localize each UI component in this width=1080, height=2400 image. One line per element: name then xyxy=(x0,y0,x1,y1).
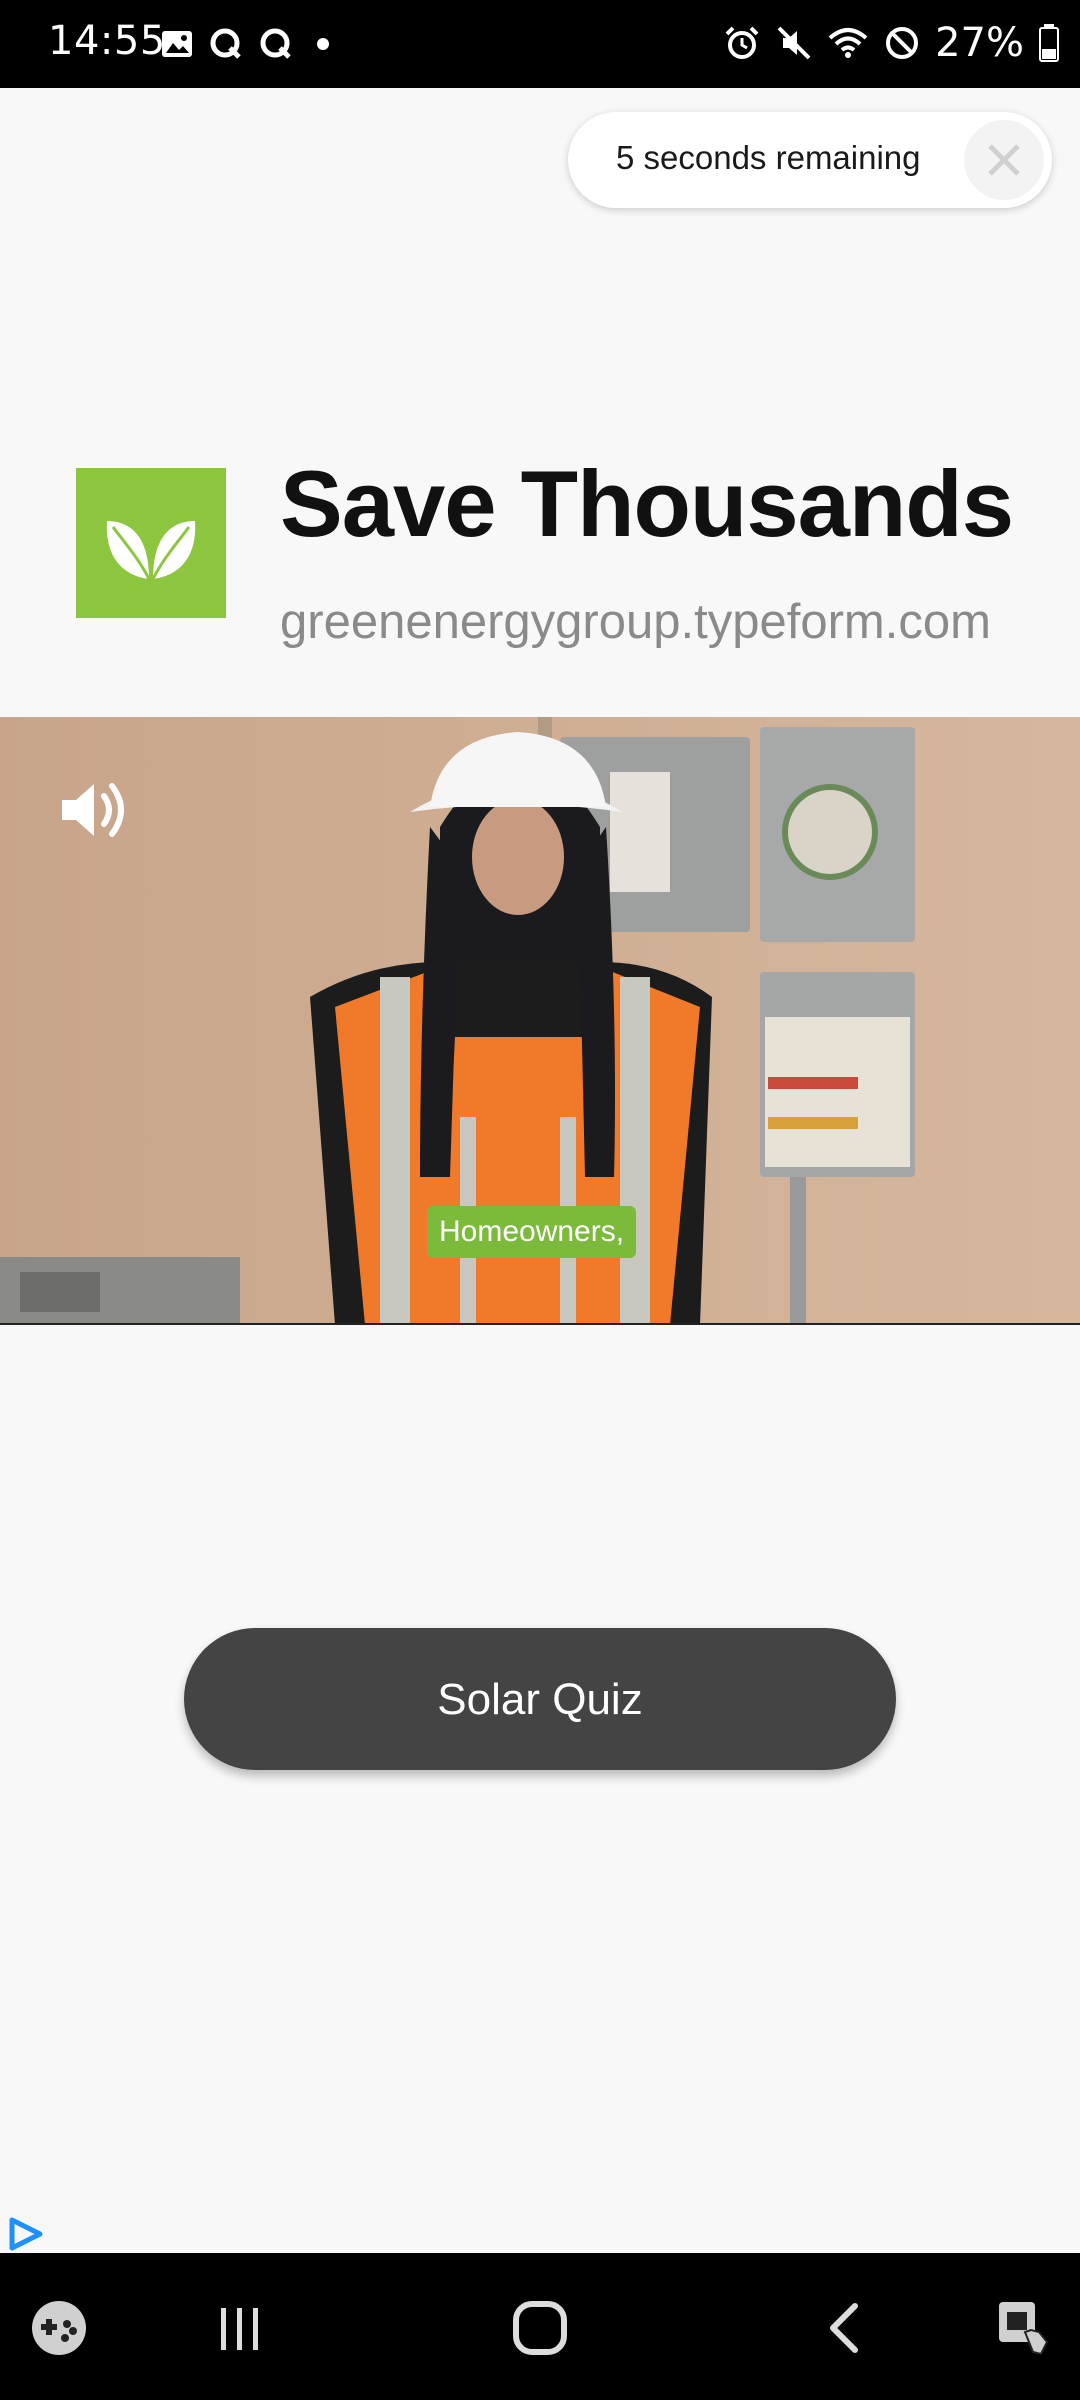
image-icon xyxy=(162,31,192,57)
status-left-icons xyxy=(160,20,338,68)
battery-icon xyxy=(1039,24,1059,62)
recents-icon xyxy=(221,2308,258,2350)
assistant-button[interactable] xyxy=(978,2283,1068,2373)
wifi-icon xyxy=(828,28,868,58)
app-logo[interactable] xyxy=(76,468,226,618)
mute-icon xyxy=(777,26,811,60)
back-icon xyxy=(830,2303,858,2353)
back-button[interactable] xyxy=(800,2283,890,2373)
adchoices-icon[interactable] xyxy=(6,2214,46,2254)
video-caption: Homeowners, xyxy=(427,1206,637,1258)
leaf-icon xyxy=(106,521,196,580)
navigation-bar xyxy=(0,2253,1080,2400)
alarm-icon xyxy=(725,26,759,59)
game-launcher-icon xyxy=(32,2301,86,2355)
game-launcher-button[interactable] xyxy=(14,2283,104,2373)
q-icon xyxy=(210,28,241,59)
dot-icon xyxy=(317,38,329,50)
countdown-pill: 5 seconds remaining xyxy=(568,112,1052,208)
battery-percent: 27% xyxy=(935,20,1024,66)
ad-title[interactable]: Save Thousands xyxy=(280,450,1014,558)
accessibility-icon xyxy=(999,2302,1049,2356)
dnd-icon xyxy=(886,27,919,59)
recents-button[interactable] xyxy=(194,2283,284,2373)
solar-quiz-button[interactable]: Solar Quiz xyxy=(184,1628,896,1770)
status-time: 14:55 xyxy=(48,18,166,64)
close-button[interactable] xyxy=(964,120,1044,200)
home-icon xyxy=(513,2301,567,2355)
home-button[interactable] xyxy=(495,2283,585,2373)
status-right-icons: 27% xyxy=(723,18,1060,68)
status-bar: 14:55 27% xyxy=(0,0,1080,88)
q-icon xyxy=(260,28,291,59)
countdown-text: 5 seconds remaining xyxy=(616,139,921,176)
speaker-icon[interactable] xyxy=(54,770,134,850)
ad-url[interactable]: greenenergygroup.typeform.com xyxy=(280,594,991,650)
close-icon xyxy=(988,144,1020,176)
